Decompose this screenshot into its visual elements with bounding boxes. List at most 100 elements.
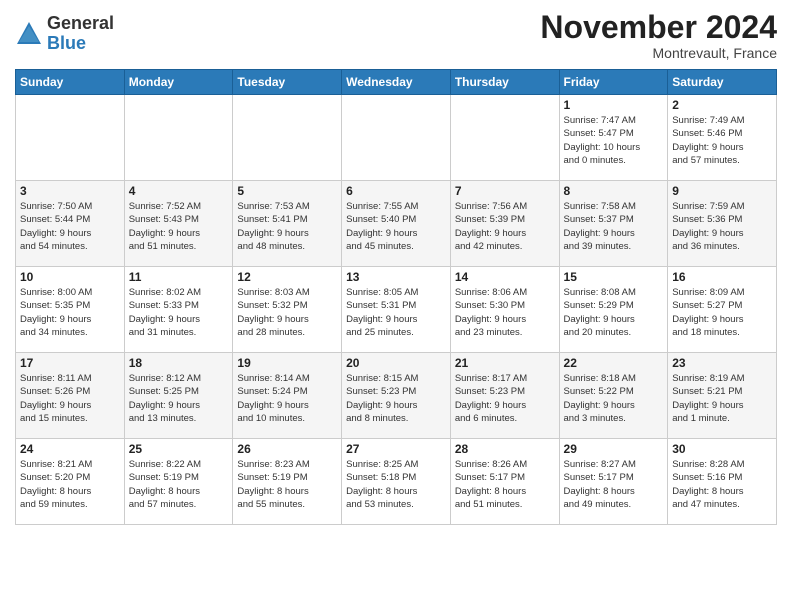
table-row: 6Sunrise: 7:55 AM Sunset: 5:40 PM Daylig… [342,181,451,267]
day-number: 12 [237,270,337,284]
day-info: Sunrise: 7:58 AM Sunset: 5:37 PM Dayligh… [564,200,664,253]
day-info: Sunrise: 8:00 AM Sunset: 5:35 PM Dayligh… [20,286,120,339]
table-row: 18Sunrise: 8:12 AM Sunset: 5:25 PM Dayli… [124,353,233,439]
table-row: 5 Sunrise: 7:53 AM Sunset: 5:41 PM Daylig… [233,181,342,267]
day-number: 19 [237,356,337,370]
logo-blue: Blue [47,33,86,53]
day-info: Sunrise: 7:53 AM Sunset: 5:41 PM Dayligh… [237,200,337,253]
day-number: 26 [237,442,337,456]
location-subtitle: Montrevault, France [540,45,777,61]
day-number: 3 [20,184,120,198]
day-number: 21 [455,356,555,370]
day-info: Sunrise: 8:14 AM Sunset: 5:24 PM Dayligh… [237,372,337,425]
day-number: 28 [455,442,555,456]
table-row: 28Sunrise: 8:26 AM Sunset: 5:17 PM Dayli… [450,439,559,525]
page-container: General Blue November 2024 Montrevault, … [0,0,792,535]
header-thursday: Thursday [450,70,559,95]
table-row [450,95,559,181]
table-row: 26 Sunrise: 8:23 AM Sunset: 5:19 PM Dayli… [233,439,342,525]
table-row: 12 Sunrise: 8:03 AM Sunset: 5:32 PM Dayli… [233,267,342,353]
day-info: Sunrise: 8:22 AM Sunset: 5:19 PM Dayligh… [129,458,229,511]
table-row: 19 Sunrise: 8:14 AM Sunset: 5:24 PM Dayli… [233,353,342,439]
day-number: 1 [564,98,664,112]
header-saturday: Saturday [668,70,777,95]
day-info: Sunrise: 7:47 AM Sunset: 5:47 PM Dayligh… [564,114,664,167]
calendar-week-row: 17 Sunrise: 8:11 AM Sunset: 5:26 PM Dayli… [16,353,777,439]
header-wednesday: Wednesday [342,70,451,95]
day-info: Sunrise: 8:19 AM Sunset: 5:21 PM Dayligh… [672,372,772,425]
day-number: 2 [672,98,772,112]
day-number: 25 [129,442,229,456]
logo: General Blue [15,14,114,54]
day-number: 30 [672,442,772,456]
table-row: 24Sunrise: 8:21 AM Sunset: 5:20 PM Dayli… [16,439,125,525]
day-number: 17 [20,356,120,370]
day-info: Sunrise: 7:55 AM Sunset: 5:40 PM Dayligh… [346,200,446,253]
table-row: 29 Sunrise: 8:27 AM Sunset: 5:17 PM Dayli… [559,439,668,525]
day-info: Sunrise: 8:28 AM Sunset: 5:16 PM Dayligh… [672,458,772,511]
table-row: 2 Sunrise: 7:49 AM Sunset: 5:46 PM Daylig… [668,95,777,181]
day-number: 7 [455,184,555,198]
day-number: 10 [20,270,120,284]
day-info: Sunrise: 8:06 AM Sunset: 5:30 PM Dayligh… [455,286,555,339]
day-info: Sunrise: 7:56 AM Sunset: 5:39 PM Dayligh… [455,200,555,253]
table-row: 23Sunrise: 8:19 AM Sunset: 5:21 PM Dayli… [668,353,777,439]
header-friday: Friday [559,70,668,95]
table-row: 9 Sunrise: 7:59 AM Sunset: 5:36 PM Daylig… [668,181,777,267]
calendar-week-row: 1 Sunrise: 7:47 AM Sunset: 5:47 PM Daylig… [16,95,777,181]
header-tuesday: Tuesday [233,70,342,95]
calendar-week-row: 3Sunrise: 7:50 AM Sunset: 5:44 PM Daylig… [16,181,777,267]
logo-text: General Blue [47,14,114,54]
day-info: Sunrise: 8:03 AM Sunset: 5:32 PM Dayligh… [237,286,337,339]
header-sunday: Sunday [16,70,125,95]
day-info: Sunrise: 7:52 AM Sunset: 5:43 PM Dayligh… [129,200,229,253]
day-info: Sunrise: 8:12 AM Sunset: 5:25 PM Dayligh… [129,372,229,425]
day-number: 4 [129,184,229,198]
day-info: Sunrise: 8:23 AM Sunset: 5:19 PM Dayligh… [237,458,337,511]
day-number: 9 [672,184,772,198]
table-row: 25 Sunrise: 8:22 AM Sunset: 5:19 PM Dayli… [124,439,233,525]
day-number: 16 [672,270,772,284]
table-row: 1 Sunrise: 7:47 AM Sunset: 5:47 PM Daylig… [559,95,668,181]
table-row [16,95,125,181]
table-row: 27 Sunrise: 8:25 AM Sunset: 5:18 PM Dayli… [342,439,451,525]
header: General Blue November 2024 Montrevault, … [15,10,777,61]
table-row [124,95,233,181]
day-number: 14 [455,270,555,284]
day-number: 5 [237,184,337,198]
day-number: 13 [346,270,446,284]
day-number: 15 [564,270,664,284]
table-row: 30 Sunrise: 8:28 AM Sunset: 5:16 PM Dayli… [668,439,777,525]
calendar-table: Sunday Monday Tuesday Wednesday Thursday… [15,69,777,525]
day-info: Sunrise: 8:09 AM Sunset: 5:27 PM Dayligh… [672,286,772,339]
table-row: 7 Sunrise: 7:56 AM Sunset: 5:39 PM Daylig… [450,181,559,267]
header-monday: Monday [124,70,233,95]
day-info: Sunrise: 8:17 AM Sunset: 5:23 PM Dayligh… [455,372,555,425]
table-row: 8 Sunrise: 7:58 AM Sunset: 5:37 PM Daylig… [559,181,668,267]
day-info: Sunrise: 7:59 AM Sunset: 5:36 PM Dayligh… [672,200,772,253]
day-info: Sunrise: 8:05 AM Sunset: 5:31 PM Dayligh… [346,286,446,339]
day-info: Sunrise: 7:49 AM Sunset: 5:46 PM Dayligh… [672,114,772,167]
day-info: Sunrise: 8:18 AM Sunset: 5:22 PM Dayligh… [564,372,664,425]
table-row: 14 Sunrise: 8:06 AM Sunset: 5:30 PM Dayli… [450,267,559,353]
day-number: 27 [346,442,446,456]
calendar-week-row: 24Sunrise: 8:21 AM Sunset: 5:20 PM Dayli… [16,439,777,525]
table-row: 16 Sunrise: 8:09 AM Sunset: 5:27 PM Dayli… [668,267,777,353]
table-row: 22Sunrise: 8:18 AM Sunset: 5:22 PM Dayli… [559,353,668,439]
table-row: 4 Sunrise: 7:52 AM Sunset: 5:43 PM Daylig… [124,181,233,267]
table-row: 3Sunrise: 7:50 AM Sunset: 5:44 PM Daylig… [16,181,125,267]
day-info: Sunrise: 8:25 AM Sunset: 5:18 PM Dayligh… [346,458,446,511]
table-row: 21 Sunrise: 8:17 AM Sunset: 5:23 PM Dayli… [450,353,559,439]
day-number: 29 [564,442,664,456]
day-number: 8 [564,184,664,198]
logo-icon [15,20,43,48]
title-area: November 2024 Montrevault, France [540,10,777,61]
table-row: 15 Sunrise: 8:08 AM Sunset: 5:29 PM Dayli… [559,267,668,353]
day-number: 24 [20,442,120,456]
table-row: 20Sunrise: 8:15 AM Sunset: 5:23 PM Dayli… [342,353,451,439]
table-row: 13 Sunrise: 8:05 AM Sunset: 5:31 PM Dayli… [342,267,451,353]
table-row: 10 Sunrise: 8:00 AM Sunset: 5:35 PM Dayli… [16,267,125,353]
day-info: Sunrise: 8:08 AM Sunset: 5:29 PM Dayligh… [564,286,664,339]
day-info: Sunrise: 8:11 AM Sunset: 5:26 PM Dayligh… [20,372,120,425]
day-info: Sunrise: 8:27 AM Sunset: 5:17 PM Dayligh… [564,458,664,511]
